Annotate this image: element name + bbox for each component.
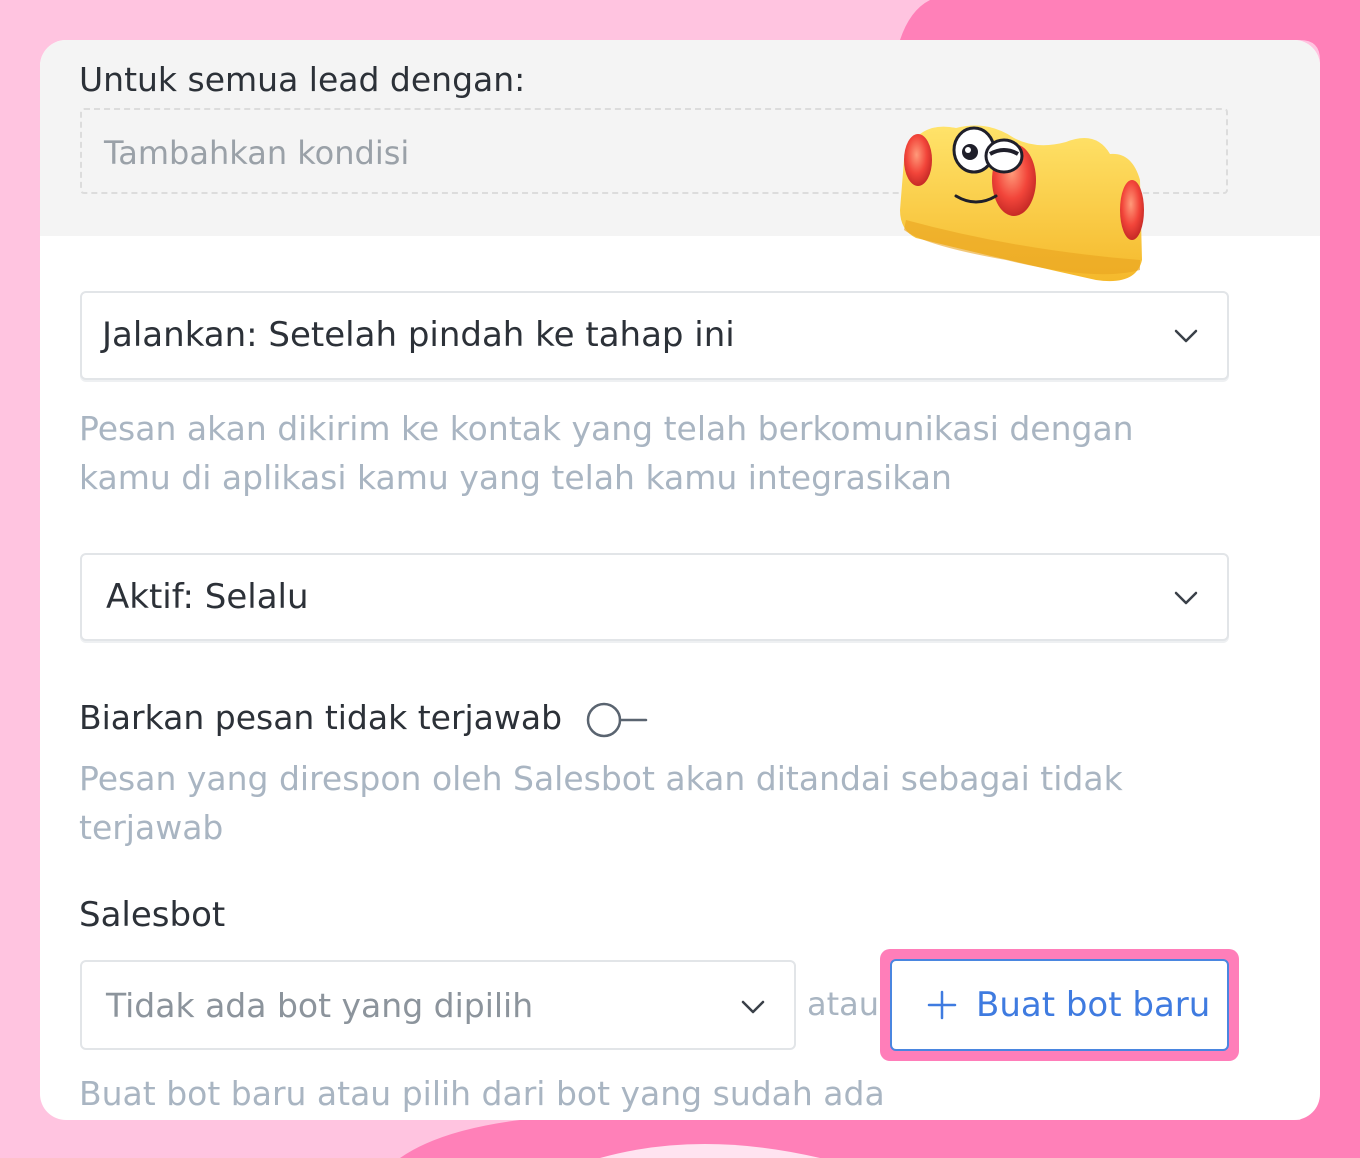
add-condition-placeholder: Tambahkan kondisi: [104, 134, 410, 172]
active-schedule-value: Aktif: Selalu: [106, 577, 309, 617]
chevron-down-icon: [1174, 591, 1198, 605]
leave-unanswered-label: Biarkan pesan tidak terjawab: [79, 698, 563, 737]
or-separator: atau: [807, 985, 880, 1023]
salesbot-label: Salesbot: [79, 895, 226, 935]
crown-mascot-sticker: [900, 125, 1144, 282]
run-trigger-select[interactable]: Jalankan: Setelah pindah ke tahap ini: [80, 291, 1229, 380]
create-new-bot-button[interactable]: Buat bot baru: [890, 959, 1229, 1051]
settings-card: Untuk semua lead dengan: Tambahkan kondi…: [40, 40, 1320, 1120]
plus-icon: [927, 990, 957, 1020]
run-trigger-value: Jalankan: Setelah pindah ke tahap ini: [102, 315, 735, 355]
salesbot-hint: Buat bot baru atau pilih dari bot yang s…: [79, 1074, 885, 1113]
salesbot-select-value: Tidak ada bot yang dipilih: [106, 986, 534, 1025]
chevron-down-icon: [741, 1000, 765, 1014]
leave-unanswered-toggle[interactable]: [584, 700, 650, 740]
leave-unanswered-hint: Pesan yang direspon oleh Salesbot akan d…: [79, 759, 1123, 847]
active-schedule-select[interactable]: Aktif: Selalu: [80, 553, 1229, 641]
salesbot-select[interactable]: Tidak ada bot yang dipilih: [80, 960, 796, 1050]
chevron-down-icon: [1174, 329, 1198, 343]
conditions-label: Untuk semua lead dengan:: [79, 60, 526, 99]
create-new-bot-label: Buat bot baru: [976, 985, 1211, 1025]
run-trigger-hint: Pesan akan dikirim ke kontak yang telah …: [79, 409, 1134, 497]
